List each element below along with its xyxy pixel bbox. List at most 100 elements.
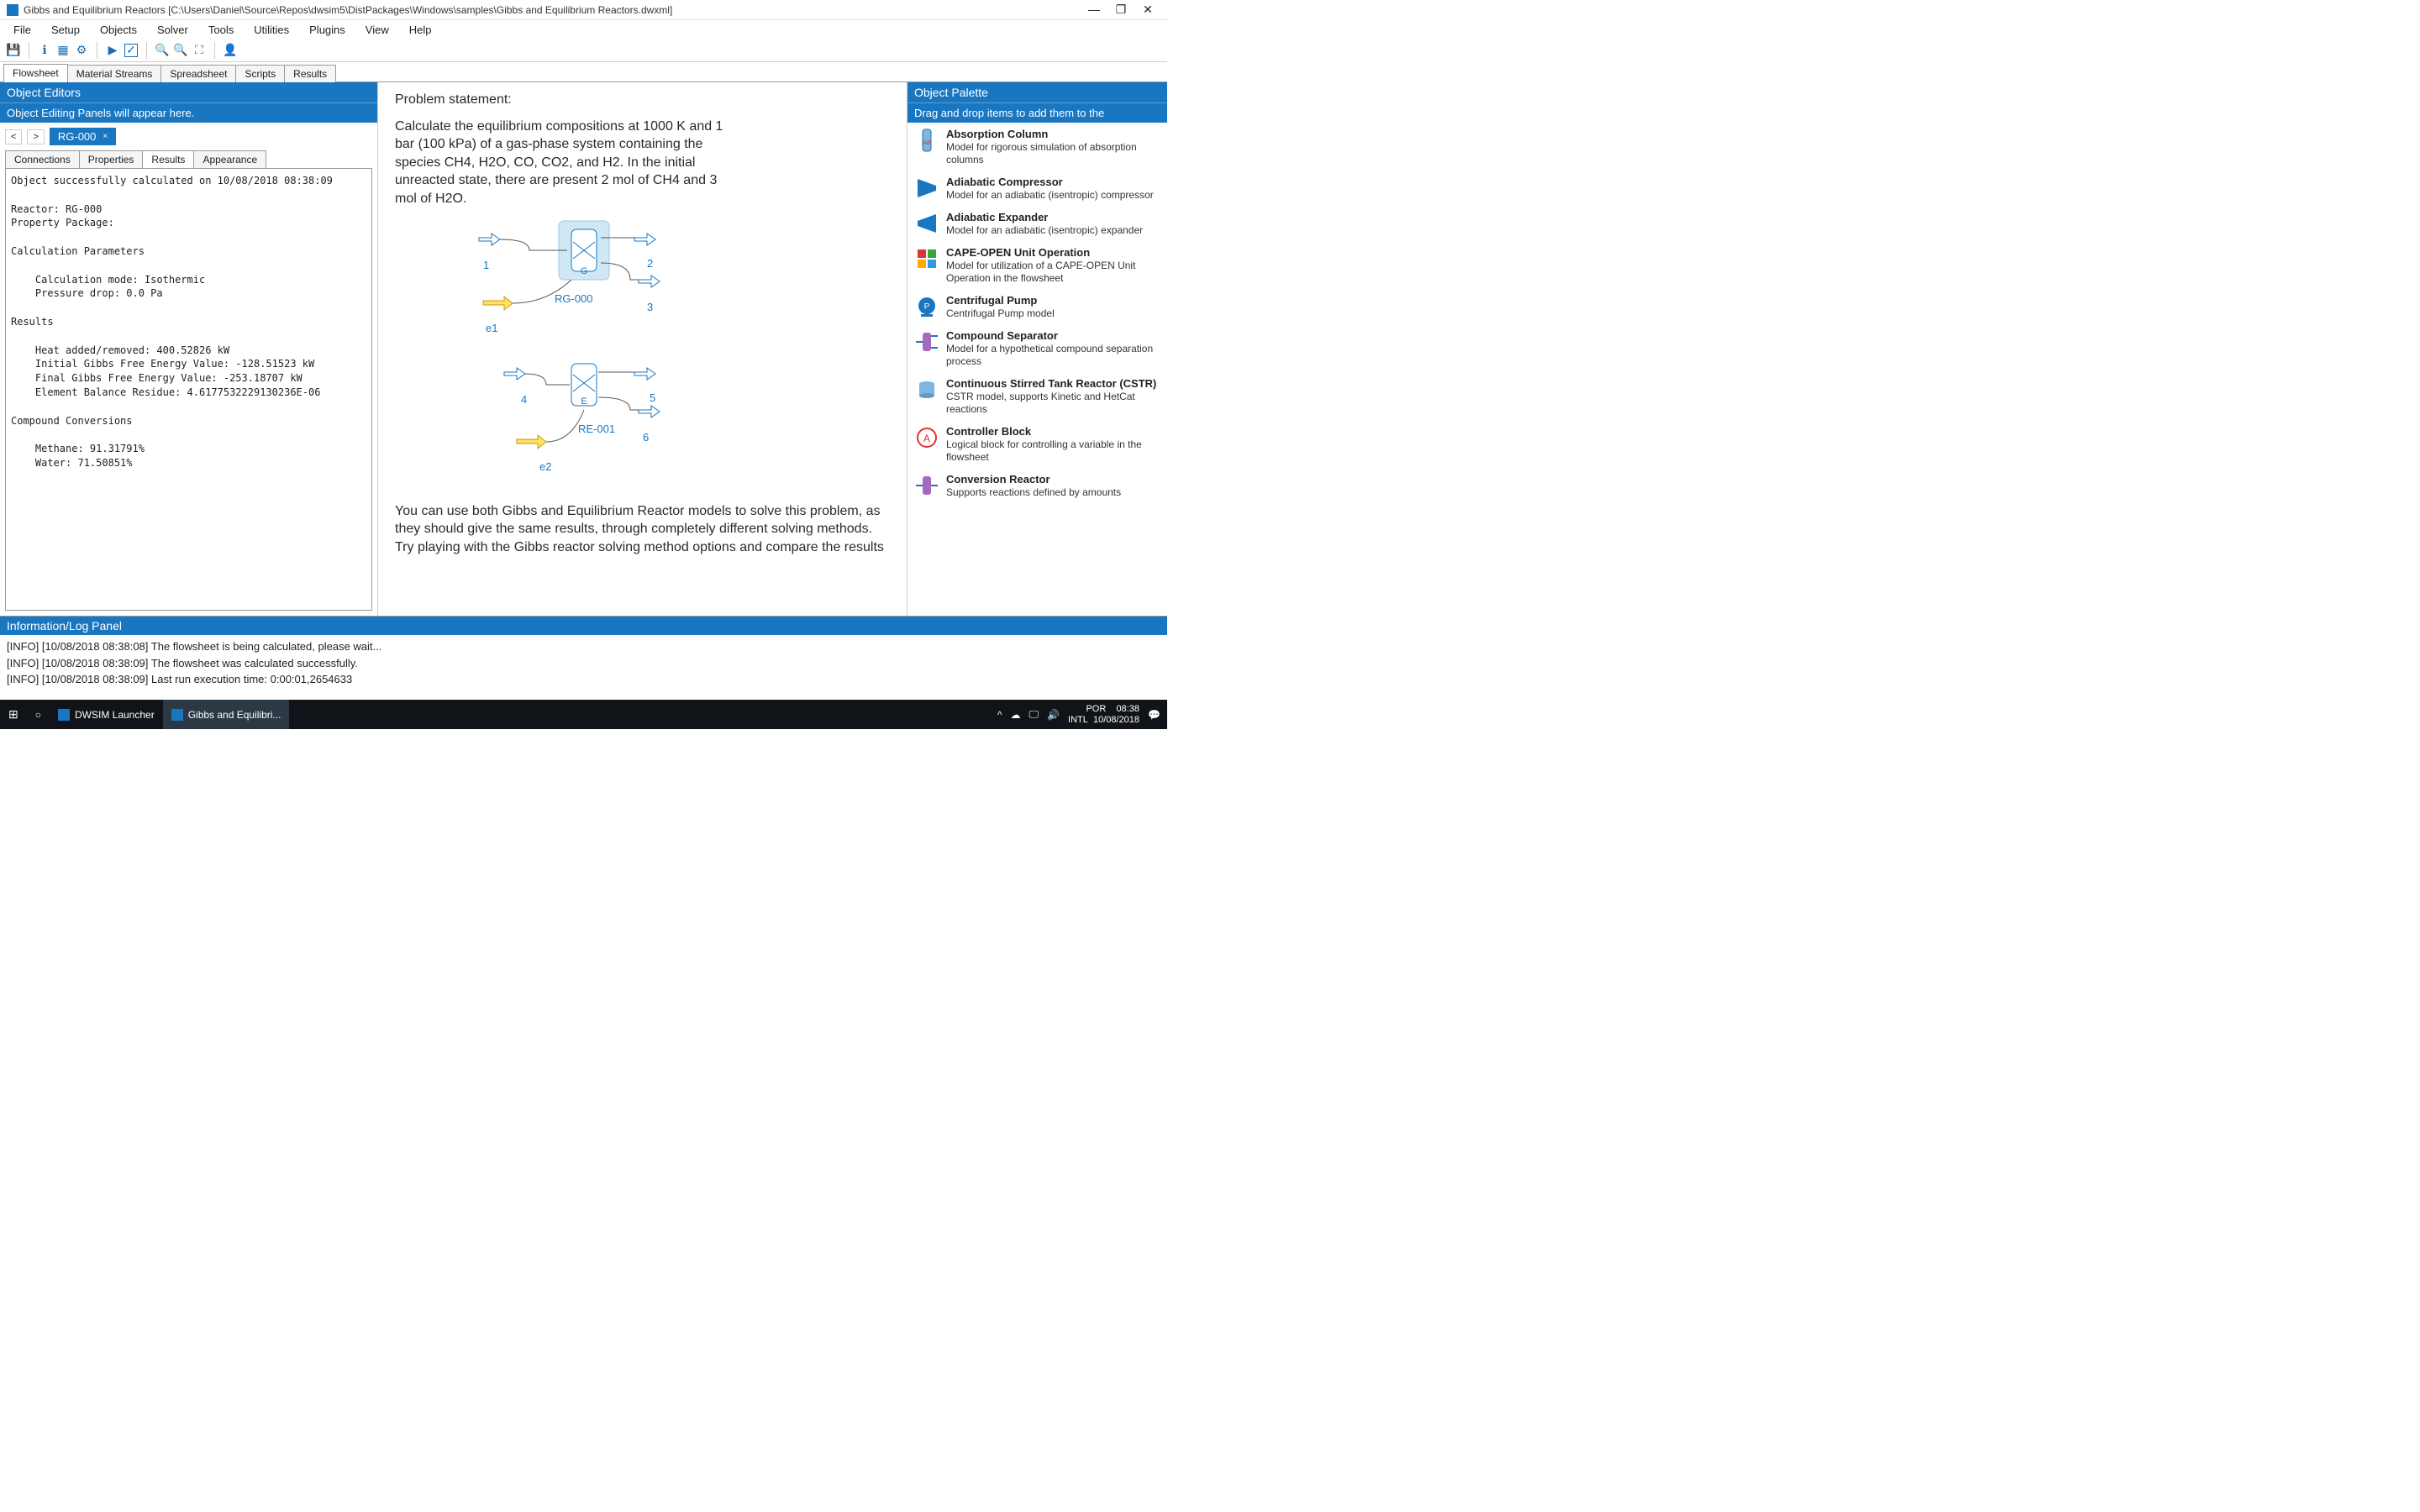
play-icon[interactable]: ▶ xyxy=(106,44,119,57)
palette-item-name: CAPE-OPEN Unit Operation xyxy=(946,246,1160,259)
close-button[interactable]: ✕ xyxy=(1142,3,1154,17)
tray-time: 08:38 xyxy=(1117,704,1140,714)
save-icon[interactable]: 💾 xyxy=(7,44,20,57)
diagram-re001[interactable]: E 4 5 6 RE-001 e2 xyxy=(395,360,890,494)
maximize-button[interactable]: ❐ xyxy=(1115,3,1127,17)
taskbar: ⊞ ○ DWSIM Launcher Gibbs and Equilibri..… xyxy=(0,700,1167,729)
log-body[interactable]: [INFO] [10/08/2018 08:38:08] The flowshe… xyxy=(0,635,1167,698)
palette-item-name: Centrifugal Pump xyxy=(946,294,1055,307)
zoom-in-icon[interactable]: 🔍 xyxy=(155,44,169,57)
menu-utilities[interactable]: Utilities xyxy=(245,22,297,38)
agent-icon[interactable]: 👤 xyxy=(224,44,237,57)
cortana-button[interactable]: ○ xyxy=(27,700,50,729)
inner-tab-connections[interactable]: Connections xyxy=(5,150,80,168)
menubar: File Setup Objects Solver Tools Utilitie… xyxy=(0,20,1167,39)
tray-kb: INTL xyxy=(1068,715,1088,725)
dwsim-icon xyxy=(58,709,70,721)
palette-item-desc: Supports reactions defined by amounts xyxy=(946,486,1121,498)
tab-flowsheet[interactable]: Flowsheet xyxy=(3,64,68,82)
object-tab-close-icon[interactable]: × xyxy=(103,132,108,141)
object-editors-subtitle: Object Editing Panels will appear here. xyxy=(0,102,377,123)
diagram-rg000[interactable]: G 1 2 3 RG-000 e1 xyxy=(395,217,890,351)
menu-file[interactable]: File xyxy=(5,22,39,38)
reactor-1-label: RG-000 xyxy=(555,292,593,305)
taskbar-app1-label: DWSIM Launcher xyxy=(75,709,155,721)
expander-icon xyxy=(914,211,939,236)
toolbar: 💾 ℹ ▦ ⚙ ▶ ✓ 🔍 🔍 ⛶ 👤 xyxy=(0,39,1167,62)
palette-item-desc: Centrifugal Pump model xyxy=(946,307,1055,319)
tab-material-streams[interactable]: Material Streams xyxy=(67,65,162,82)
taskbar-app2-label: Gibbs and Equilibri... xyxy=(188,709,281,721)
flowsheet-canvas[interactable]: Problem statement: Calculate the equilib… xyxy=(378,82,907,616)
menu-plugins[interactable]: Plugins xyxy=(301,22,354,38)
results-text: Object successfully calculated on 10/08/… xyxy=(5,168,372,611)
document-tabs: Flowsheet Material Streams Spreadsheet S… xyxy=(0,62,1167,82)
svg-text:E: E xyxy=(581,396,587,407)
tray-chevron-icon[interactable]: ^ xyxy=(997,709,1002,721)
palette-item[interactable]: Adiabatic CompressorModel for an adiabat… xyxy=(908,171,1167,206)
zoom-out-icon[interactable]: 🔍 xyxy=(174,44,187,57)
inner-tab-results[interactable]: Results xyxy=(142,150,194,168)
info-icon[interactable]: ℹ xyxy=(38,44,51,57)
palette-item[interactable]: AB Absorption ColumnModel for rigorous s… xyxy=(908,123,1167,171)
log-line: [INFO] [10/08/2018 08:38:09] Last run ex… xyxy=(7,671,1160,688)
log-panel: Information/Log Panel [INFO] [10/08/2018… xyxy=(0,616,1167,700)
stream-1-label: 1 xyxy=(483,259,489,271)
tray-notifications-icon[interactable]: 💬 xyxy=(1148,709,1160,721)
tab-scripts[interactable]: Scripts xyxy=(235,65,285,82)
separator xyxy=(214,42,215,59)
tray-lang: POR xyxy=(1086,704,1106,714)
taskbar-app-current[interactable]: Gibbs and Equilibri... xyxy=(163,700,290,729)
object-editors-title: Object Editors xyxy=(0,82,377,102)
taskbar-clock[interactable]: POR 08:38 INTL 10/08/2018 xyxy=(1068,704,1139,724)
problem-body: Calculate the equilibrium compositions a… xyxy=(395,118,731,208)
palette-item[interactable]: Adiabatic ExpanderModel for an adiabatic… xyxy=(908,206,1167,241)
palette-item-desc: Model for utilization of a CAPE-OPEN Uni… xyxy=(946,260,1135,284)
start-button[interactable]: ⊞ xyxy=(0,700,27,729)
tab-spreadsheet[interactable]: Spreadsheet xyxy=(160,65,236,82)
menu-objects[interactable]: Objects xyxy=(92,22,145,38)
palette-item-desc: Model for a hypothetical compound separa… xyxy=(946,343,1153,367)
palette-item-name: Adiabatic Expander xyxy=(946,211,1143,223)
palette-list[interactable]: AB Absorption ColumnModel for rigorous s… xyxy=(908,123,1167,616)
fit-icon[interactable]: ⛶ xyxy=(192,44,206,57)
tray-display-icon[interactable]: 🖵 xyxy=(1028,708,1039,721)
palette-item-desc: Model for rigorous simulation of absorpt… xyxy=(946,141,1137,165)
tray-date: 10/08/2018 xyxy=(1093,715,1139,725)
menu-setup[interactable]: Setup xyxy=(43,22,88,38)
sliders-icon[interactable]: ⚙ xyxy=(75,44,88,57)
palette-item[interactable]: P Centrifugal PumpCentrifugal Pump model xyxy=(908,289,1167,324)
taskbar-app-launcher[interactable]: DWSIM Launcher xyxy=(50,700,163,729)
menu-solver[interactable]: Solver xyxy=(149,22,197,38)
dwsim-icon xyxy=(171,709,183,721)
svg-text:AB: AB xyxy=(923,140,931,146)
stream-2-label: 2 xyxy=(647,257,653,270)
controller-icon: A xyxy=(914,425,939,450)
palette-item[interactable]: CAPE-OPEN Unit OperationModel for utiliz… xyxy=(908,241,1167,289)
grid-icon[interactable]: ▦ xyxy=(56,44,70,57)
object-tab-rg000[interactable]: RG-000 × xyxy=(50,128,116,145)
minimize-button[interactable]: — xyxy=(1088,3,1100,17)
menu-help[interactable]: Help xyxy=(401,22,440,38)
palette-title: Object Palette xyxy=(908,82,1167,102)
menu-view[interactable]: View xyxy=(357,22,397,38)
palette-item[interactable]: Conversion ReactorSupports reactions def… xyxy=(908,468,1167,503)
obj-nav-prev[interactable]: < xyxy=(5,129,22,144)
inner-tab-properties[interactable]: Properties xyxy=(79,150,144,168)
inner-tab-appearance[interactable]: Appearance xyxy=(193,150,266,168)
tray-volume-icon[interactable]: 🔊 xyxy=(1047,709,1060,721)
tab-results[interactable]: Results xyxy=(284,65,336,82)
palette-item[interactable]: Compound SeparatorModel for a hypothetic… xyxy=(908,324,1167,372)
palette-item[interactable]: Continuous Stirred Tank Reactor (CSTR)CS… xyxy=(908,372,1167,420)
log-line: [INFO] [10/08/2018 08:38:09] The flowshe… xyxy=(7,655,1160,672)
stream-6-label: 6 xyxy=(643,431,649,444)
palette-item[interactable]: A Controller BlockLogical block for cont… xyxy=(908,420,1167,468)
cortana-icon: ○ xyxy=(35,709,41,721)
tray-cloud-icon[interactable]: ☁ xyxy=(1010,709,1020,721)
obj-nav-next[interactable]: > xyxy=(27,129,44,144)
separator xyxy=(146,42,147,59)
palette-item-desc: Model for an adiabatic (isentropic) comp… xyxy=(946,189,1154,201)
check-icon[interactable]: ✓ xyxy=(124,44,138,57)
menu-tools[interactable]: Tools xyxy=(200,22,242,38)
app-icon xyxy=(7,4,18,16)
